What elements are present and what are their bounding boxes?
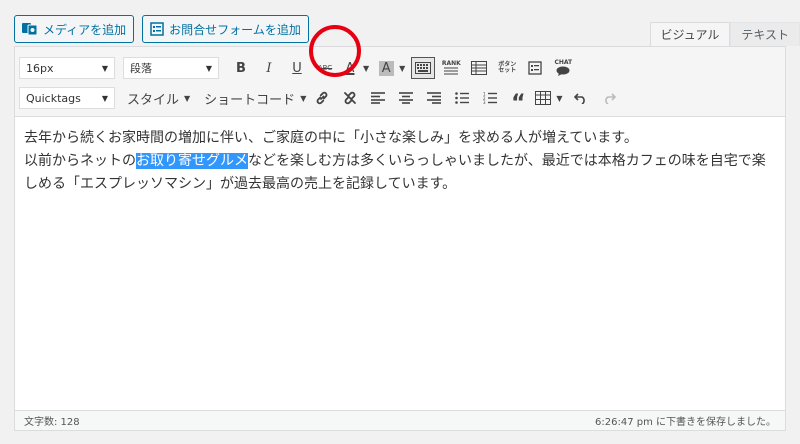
align-left-icon[interactable]	[364, 85, 392, 111]
tab-visual[interactable]: ビジュアル	[649, 22, 731, 46]
quicktags-value: Quicktags	[26, 91, 81, 105]
align-right-icon[interactable]	[420, 85, 448, 111]
unlink-icon[interactable]	[336, 85, 364, 111]
chat-button[interactable]: CHAT	[549, 55, 577, 81]
bg-color-button[interactable]: A	[375, 55, 397, 81]
bold-button[interactable]: B	[227, 55, 255, 81]
undo-icon[interactable]	[567, 85, 595, 111]
bullet-list-icon[interactable]	[448, 85, 476, 111]
status-bar: 文字数: 128 6:26:47 pm に下書きを保存しました。	[14, 410, 786, 431]
font-size-select[interactable]: 16px ▼	[19, 57, 115, 79]
redo-icon[interactable]	[595, 85, 623, 111]
add-media-label: メディアを追加	[43, 22, 127, 37]
word-count: 文字数: 128	[24, 417, 80, 428]
chevron-down-icon: ▼	[101, 63, 108, 73]
chevron-down-icon[interactable]: ▼	[363, 64, 369, 73]
autosave-status: 6:26:47 pm に下書きを保存しました。	[595, 417, 776, 428]
bg-color-label: A	[378, 60, 394, 76]
numbered-list-icon[interactable]: 123	[476, 85, 504, 111]
form-icon	[150, 22, 164, 36]
table-list-icon[interactable]	[465, 55, 493, 81]
chevron-down-icon: ▼	[205, 63, 212, 73]
editor-content[interactable]: 去年から続くお家時間の増加に伴い、ご家庭の中に「小さな楽しみ」を求める人が増えて…	[24, 127, 777, 196]
rank-button[interactable]: RANK	[437, 55, 465, 81]
italic-button[interactable]: I	[255, 55, 283, 81]
editor: 16px ▼ 段落 ▼ B I U ABC A ▼ A ▼ RANK ボタン セ…	[14, 46, 786, 431]
chevron-down-icon: ▼	[184, 93, 191, 103]
chat-bubble-icon: CHAT	[554, 60, 572, 76]
media-icon	[22, 22, 38, 36]
quicktags-select[interactable]: Quicktags ▼	[19, 87, 115, 109]
shortcode-label: ショートコード	[204, 92, 296, 108]
annotation-circle	[309, 25, 361, 77]
tab-text[interactable]: テキスト	[730, 22, 800, 46]
blockquote-icon[interactable]: “	[504, 85, 532, 116]
editor-toolbar: 16px ▼ 段落 ▼ B I U ABC A ▼ A ▼ RANK ボタン セ…	[15, 47, 785, 117]
font-size-value: 16px	[26, 61, 54, 75]
align-center-icon[interactable]	[392, 85, 420, 111]
add-form-label: お問合せフォームを追加	[169, 22, 301, 37]
insert-link-icon[interactable]	[308, 85, 336, 111]
keyboard-icon[interactable]	[411, 57, 436, 79]
add-media-button[interactable]: メディアを追加	[14, 15, 135, 43]
style-menu[interactable]: スタイル ▼	[127, 89, 190, 108]
paragraph-2: 以前からネットのお取り寄せグルメなどを楽しむ方は多くいらっしゃいましたが、最近で…	[24, 150, 777, 196]
add-form-button[interactable]: お問合せフォームを追加	[142, 15, 309, 43]
button-set-icon: ボタン セット	[498, 62, 516, 74]
ranking-icon: RANK	[442, 61, 461, 75]
chevron-down-icon: ▼	[300, 93, 307, 103]
chevron-down-icon[interactable]: ▼	[399, 64, 405, 73]
toolbar-row-2: Quicktags ▼ スタイル ▼ ショートコード ▼ 1 2 3 “ ▼	[19, 84, 623, 116]
svg-text:3: 3	[483, 100, 486, 104]
paragraph-1: 去年から続くお家時間の増加に伴い、ご家庭の中に「小さな楽しみ」を求める人が増えて…	[24, 130, 638, 146]
button-set-button[interactable]: ボタン セット	[493, 55, 521, 81]
underline-button[interactable]: U	[283, 55, 311, 81]
chevron-down-icon: ▼	[101, 93, 108, 103]
style-label: スタイル	[127, 92, 180, 108]
chevron-down-icon[interactable]: ▼	[556, 94, 562, 103]
selected-text: お取り寄せグルメ	[136, 153, 248, 169]
shortcode-menu[interactable]: ショートコード ▼	[204, 89, 306, 108]
text-before-selection: 以前からネットの	[24, 153, 136, 169]
format-select[interactable]: 段落 ▼	[123, 57, 219, 79]
toolbar-row-1: 16px ▼ 段落 ▼ B I U ABC A ▼ A ▼ RANK ボタン セ…	[19, 54, 577, 82]
button-set-label-2: セット	[498, 67, 517, 74]
format-value: 段落	[130, 62, 152, 75]
form-box-icon[interactable]	[521, 55, 549, 81]
table-icon[interactable]	[532, 85, 554, 111]
